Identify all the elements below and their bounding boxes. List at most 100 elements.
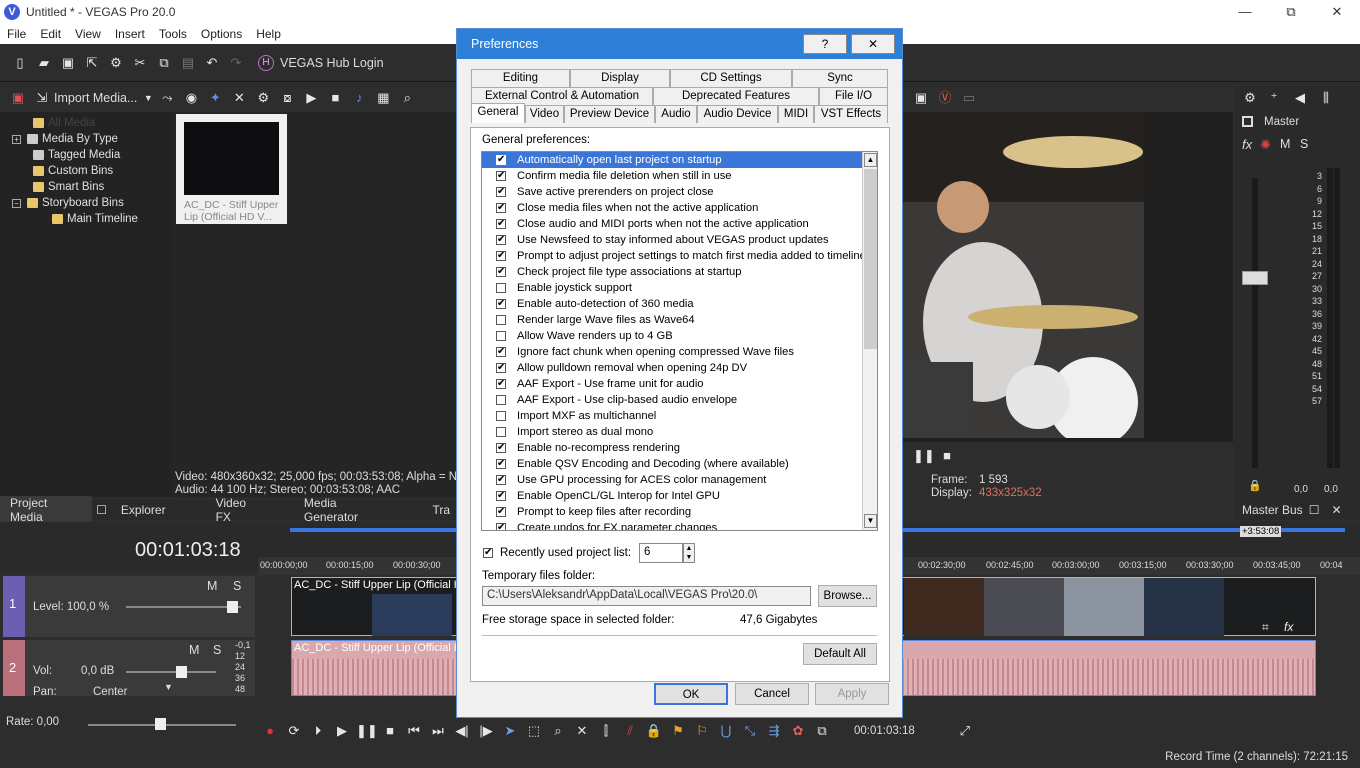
apply-button[interactable]: Apply: [815, 683, 889, 705]
tree-item-media-by-type[interactable]: + Media By Type: [0, 131, 172, 147]
dialog-close-button[interactable]: ✕: [851, 34, 895, 54]
color-icon[interactable]: ✿: [788, 721, 808, 741]
preference-item[interactable]: ✔ Use Newsfeed to stay informed about VEG…: [482, 232, 877, 248]
close-icon[interactable]: ✕: [1331, 503, 1341, 517]
tab-transitions[interactable]: Tra: [402, 503, 460, 517]
preference-checkbox[interactable]: ✔: [496, 171, 506, 181]
track-solo-button[interactable]: S: [213, 643, 221, 657]
fx-button[interactable]: fx: [1242, 137, 1252, 152]
go-to-start-icon[interactable]: ⏮: [404, 721, 424, 741]
browse-button[interactable]: Browse...: [818, 585, 877, 607]
fx-record-icon[interactable]: ✺: [1260, 137, 1271, 153]
preference-checkbox[interactable]: ✔: [496, 219, 506, 229]
list-scrollbar[interactable]: ▲ ▼: [862, 152, 877, 530]
menu-file[interactable]: File: [0, 27, 33, 41]
preference-item[interactable]: ✔ Automatically open last project on star…: [482, 152, 877, 168]
open-folder-icon[interactable]: ▰: [34, 53, 54, 73]
stop-icon[interactable]: ■: [325, 88, 345, 108]
region-icon[interactable]: ⚐: [692, 721, 712, 741]
select-tool-icon[interactable]: ⬚: [524, 721, 544, 741]
mixer-settings-icon[interactable]: ⚙: [1240, 88, 1260, 108]
snap-icon[interactable]: ⋃: [716, 721, 736, 741]
preference-item[interactable]: ✔ Save active prerenders on project close: [482, 184, 877, 200]
preference-item[interactable]: ✔ Close media files when not the active a…: [482, 200, 877, 216]
undo-icon[interactable]: ↶: [202, 53, 222, 73]
marker-icon[interactable]: ⚑: [668, 721, 688, 741]
downmix-icon[interactable]: ⁺: [1264, 88, 1284, 108]
preference-item[interactable]: ✔ Prompt to keep files after recording: [482, 504, 877, 520]
preference-checkbox[interactable]: ✔: [496, 187, 506, 197]
help-button[interactable]: ?: [803, 34, 847, 54]
preference-item[interactable]: ✔ Enable QSV Encoding and Decoding (where…: [482, 456, 877, 472]
collapse-icon[interactable]: −: [12, 198, 21, 208]
go-to-end-icon[interactable]: ⏭: [428, 721, 448, 741]
save-icon[interactable]: ▣: [58, 53, 78, 73]
remove-icon[interactable]: ✕: [229, 88, 249, 108]
tab-vst-effects[interactable]: VST Effects: [814, 105, 888, 123]
preference-item[interactable]: ✔ Enable OpenCL/GL Interop for Intel GPU: [482, 488, 877, 504]
tree-item-custom-bins[interactable]: Custom Bins: [0, 163, 172, 179]
disc-icon[interactable]: ◉: [181, 88, 201, 108]
record-icon[interactable]: ●: [260, 721, 280, 741]
rate-slider-thumb[interactable]: [155, 718, 166, 730]
tab-sync[interactable]: Sync: [792, 69, 888, 87]
preference-item[interactable]: ✔ Create undos for FX parameter changes: [482, 520, 877, 530]
close-icon[interactable]: ☐: [92, 503, 111, 517]
default-all-button[interactable]: Default All: [803, 643, 877, 665]
remove-unused-icon[interactable]: ▣: [8, 88, 28, 108]
auto-preview-icon[interactable]: ♪: [349, 88, 369, 108]
overlay-icon[interactable]: ▭: [959, 88, 979, 108]
render-icon[interactable]: ⇱: [82, 53, 102, 73]
preference-item[interactable]: ✔ Close audio and MIDI ports when not the…: [482, 216, 877, 232]
track-mute-button[interactable]: M: [189, 643, 199, 657]
get-media-icon[interactable]: ✦: [205, 88, 225, 108]
menu-help[interactable]: Help: [249, 27, 288, 41]
tree-item-smart-bins[interactable]: Smart Bins: [0, 179, 172, 195]
tab-explorer[interactable]: Explorer: [111, 503, 176, 517]
menu-insert[interactable]: Insert: [108, 27, 152, 41]
preference-item[interactable]: ✔ Use GPU processing for ACES color manag…: [482, 472, 877, 488]
normal-edit-tool-icon[interactable]: ➤: [500, 721, 520, 741]
mixer-sliders-icon[interactable]: ⫼: [1316, 88, 1336, 108]
recent-projects-input[interactable]: 6: [639, 543, 683, 563]
preference-item[interactable]: Render large Wave files as Wave64: [482, 312, 877, 328]
stop-icon[interactable]: ■: [380, 721, 400, 741]
preference-item[interactable]: ✔ Enable no-recompress rendering: [482, 440, 877, 456]
tab-file-io[interactable]: File I/O: [819, 87, 888, 105]
copy-icon[interactable]: ⧉: [154, 53, 174, 73]
recent-projects-checkbox[interactable]: ✔: [483, 548, 493, 558]
tab-audio[interactable]: Audio: [655, 105, 697, 123]
views-icon[interactable]: ▦: [373, 88, 393, 108]
tab-display[interactable]: Display: [570, 69, 670, 87]
trim-icon[interactable]: ⫿: [596, 721, 616, 741]
preference-item[interactable]: ✔ Check project file type associations at…: [482, 264, 877, 280]
settings-gear-icon[interactable]: ⚙: [106, 53, 126, 73]
loop-icon[interactable]: ⟳: [284, 721, 304, 741]
tab-video[interactable]: Video: [525, 105, 564, 123]
minimize-button[interactable]: —: [1222, 0, 1268, 24]
tab-editing[interactable]: Editing: [471, 69, 570, 87]
tab-midi[interactable]: MIDI: [778, 105, 814, 123]
preference-checkbox[interactable]: ✔: [496, 267, 506, 277]
import-media-button[interactable]: Import Media...: [54, 91, 137, 105]
scroll-thumb[interactable]: [864, 169, 877, 349]
preference-item[interactable]: Allow Wave renders up to 4 GB: [482, 328, 877, 344]
ok-button[interactable]: OK: [654, 683, 728, 705]
close-button[interactable]: ✕: [1314, 0, 1360, 24]
menu-view[interactable]: View: [68, 27, 108, 41]
master-checkbox[interactable]: [1242, 116, 1253, 127]
track-solo-button[interactable]: S: [233, 579, 241, 593]
speaker-icon[interactable]: ◀: [1290, 88, 1310, 108]
level-slider-thumb[interactable]: [227, 601, 238, 613]
capture-icon[interactable]: ⤳: [157, 88, 177, 108]
level-slider[interactable]: [126, 606, 241, 608]
ripple-icon[interactable]: ⇶: [764, 721, 784, 741]
track-header-video[interactable]: 1 M S Level: 100,0 %: [3, 576, 255, 637]
media-thumbnail[interactable]: AC_DC - Stiff Upper Lip (Official HD V..…: [176, 114, 287, 224]
preference-checkbox[interactable]: ✔: [496, 379, 506, 389]
media-fx-icon[interactable]: ⧇: [277, 88, 297, 108]
dock-icon[interactable]: ☐: [1309, 503, 1320, 517]
cancel-button[interactable]: Cancel: [735, 683, 809, 705]
next-frame-icon[interactable]: |▶: [476, 721, 496, 741]
split-icon[interactable]: ⫽: [620, 721, 640, 741]
